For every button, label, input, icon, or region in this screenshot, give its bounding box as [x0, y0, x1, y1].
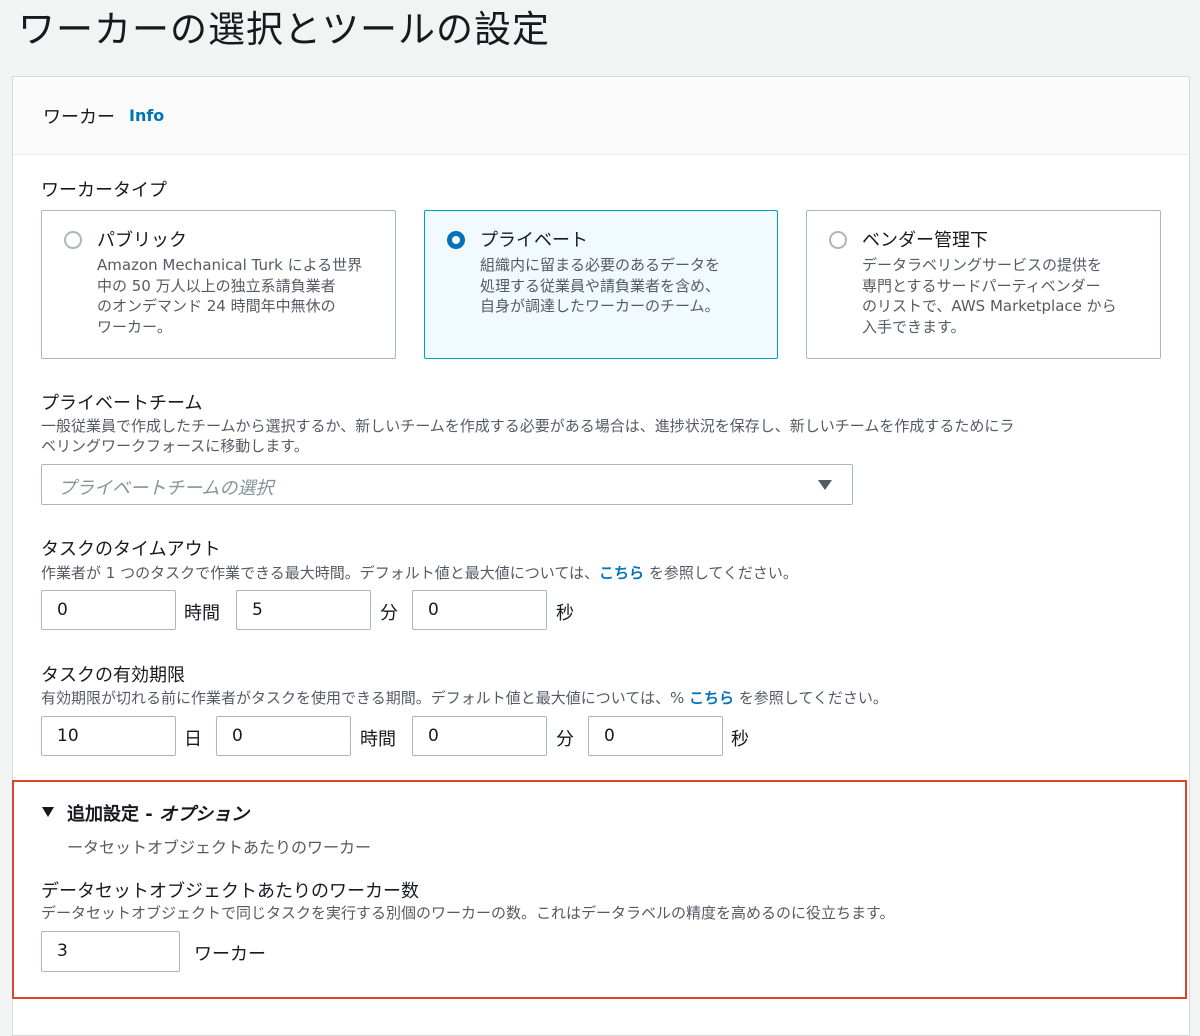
task-expiration-label: タスクの有効期限: [41, 665, 185, 686]
worker-type-public-tile[interactable]: パブリック Amazon Mechanical Turk による世界 中の 50…: [41, 210, 396, 359]
desc-text: 有効期限が切れる前に作業者がタスクを使用できる期間。デフォルト値と最大値について…: [41, 689, 689, 707]
page-title: ワーカーの選択とツールの設定: [18, 8, 550, 51]
desc-line: 一般従業員で作成したチームから選択するか、新しいチームを作成する必要がある場合は…: [41, 417, 1015, 435]
desc-text: 作業者が 1 つのタスクで作業できる最大時間。デフォルト値と最大値については、: [41, 564, 600, 582]
desc-line: データラベリングサービスの提供を: [862, 256, 1103, 274]
desc-line: ベリングワークフォースに移動します。: [41, 437, 309, 455]
desc-line: のオンデマンド 24 時間年中無休の: [97, 297, 336, 315]
timeout-minutes-input[interactable]: 5: [236, 590, 371, 630]
expiration-days-unit: 日: [184, 729, 202, 750]
timeout-hours-input[interactable]: 0: [41, 590, 176, 630]
timeout-minutes-unit: 分: [380, 603, 398, 624]
additional-summary: ータセットオブジェクトあたりのワーカー: [67, 838, 372, 857]
tile-title-vendor: ベンダー管理下: [862, 230, 988, 251]
desc-line: 入手できます。: [862, 317, 966, 336]
private-team-placeholder: プライベートチームの選択: [58, 478, 274, 499]
desc-line: ワーカー。: [97, 317, 172, 336]
private-team-description: 一般従業員で作成したチームから選択するか、新しいチームを作成する必要がある場合は…: [41, 416, 1161, 456]
desc-line: 専門とするサードパーティベンダー: [862, 276, 1101, 295]
expiration-hours-unit: 時間: [360, 729, 396, 750]
worker-type-private-tile[interactable]: プライベート 組織内に留まる必要のあるデータを 処理する従業員や請負業者を含め、…: [424, 210, 778, 359]
desc-line: 自身が調達したワーカーのチーム。: [480, 297, 720, 315]
desc-line: 組織内に留まる必要のあるデータを: [480, 256, 721, 274]
timeout-hours-unit: 時間: [184, 603, 220, 624]
expiration-hours-input[interactable]: 0: [216, 716, 351, 756]
desc-line: Amazon Mechanical Turk による世界: [97, 256, 363, 274]
timeout-seconds-unit: 秒: [556, 603, 574, 624]
workers-unit: ワーカー: [194, 944, 266, 965]
desc-line: のリストで、AWS Marketplace から: [862, 297, 1117, 315]
radio-public[interactable]: [64, 231, 82, 249]
info-link[interactable]: Info: [129, 106, 164, 125]
timeout-reference-link[interactable]: こちら: [599, 564, 644, 582]
tile-title-public: パブリック: [97, 230, 187, 251]
tile-desc-vendor: データラベリングサービスの提供を 専門とするサードパーティベンダー のリストで、…: [862, 255, 1117, 337]
tile-desc-private: 組織内に留まる必要のあるデータを 処理する従業員や請負業者を含め、 自身が調達し…: [480, 255, 720, 317]
expiration-days-input[interactable]: 10: [41, 716, 176, 756]
expiration-minutes-input[interactable]: 0: [412, 716, 547, 756]
private-team-select[interactable]: プライベートチームの選択: [41, 464, 853, 505]
task-timeout-label: タスクのタイムアウト: [41, 539, 221, 560]
expiration-minutes-unit: 分: [556, 729, 574, 750]
expiration-seconds-input[interactable]: 0: [588, 716, 723, 756]
panel-header: ワーカー Info: [13, 77, 1189, 155]
radio-private[interactable]: [447, 231, 465, 249]
expand-triangle-icon[interactable]: [42, 807, 54, 817]
additional-title: 追加設定 -: [67, 804, 160, 825]
workers-per-object-input[interactable]: 3: [41, 931, 180, 972]
worker-type-vendor-tile[interactable]: ベンダー管理下 データラベリングサービスの提供を 専門とするサードパーティベンダ…: [806, 210, 1161, 359]
caret-down-icon: [818, 480, 832, 490]
worker-type-label: ワーカータイプ: [41, 180, 167, 201]
radio-vendor[interactable]: [829, 231, 847, 249]
timeout-seconds-input[interactable]: 0: [412, 590, 547, 630]
desc-text: を参照してください。: [644, 564, 798, 582]
tile-desc-public: Amazon Mechanical Turk による世界 中の 50 万人以上の…: [97, 255, 362, 337]
tile-title-private: プライベート: [480, 230, 588, 251]
workers-per-object-label: データセットオブジェクトあたりのワーカー数: [41, 881, 419, 902]
task-timeout-description: 作業者が 1 つのタスクで作業できる最大時間。デフォルト値と最大値については、こ…: [41, 563, 798, 583]
expiration-seconds-unit: 秒: [731, 729, 749, 750]
expiration-reference-link[interactable]: こちら: [689, 689, 734, 707]
desc-line: 中の 50 万人以上の独立系請負業者: [97, 276, 336, 295]
panel-title: ワーカー: [43, 106, 115, 128]
private-team-label: プライベートチーム: [41, 393, 203, 414]
desc-text: を参照してください。: [734, 689, 888, 707]
additional-settings-toggle[interactable]: 追加設定 - オプション: [67, 800, 249, 826]
additional-optional: オプション: [159, 804, 250, 825]
task-expiration-description: 有効期限が切れる前に作業者がタスクを使用できる期間。デフォルト値と最大値について…: [41, 688, 888, 708]
desc-line: 処理する従業員や請負業者を含め、: [480, 276, 721, 295]
workers-per-object-description: データセットオブジェクトで同じタスクを実行する別個のワーカーの数。これはデータラ…: [41, 904, 895, 922]
